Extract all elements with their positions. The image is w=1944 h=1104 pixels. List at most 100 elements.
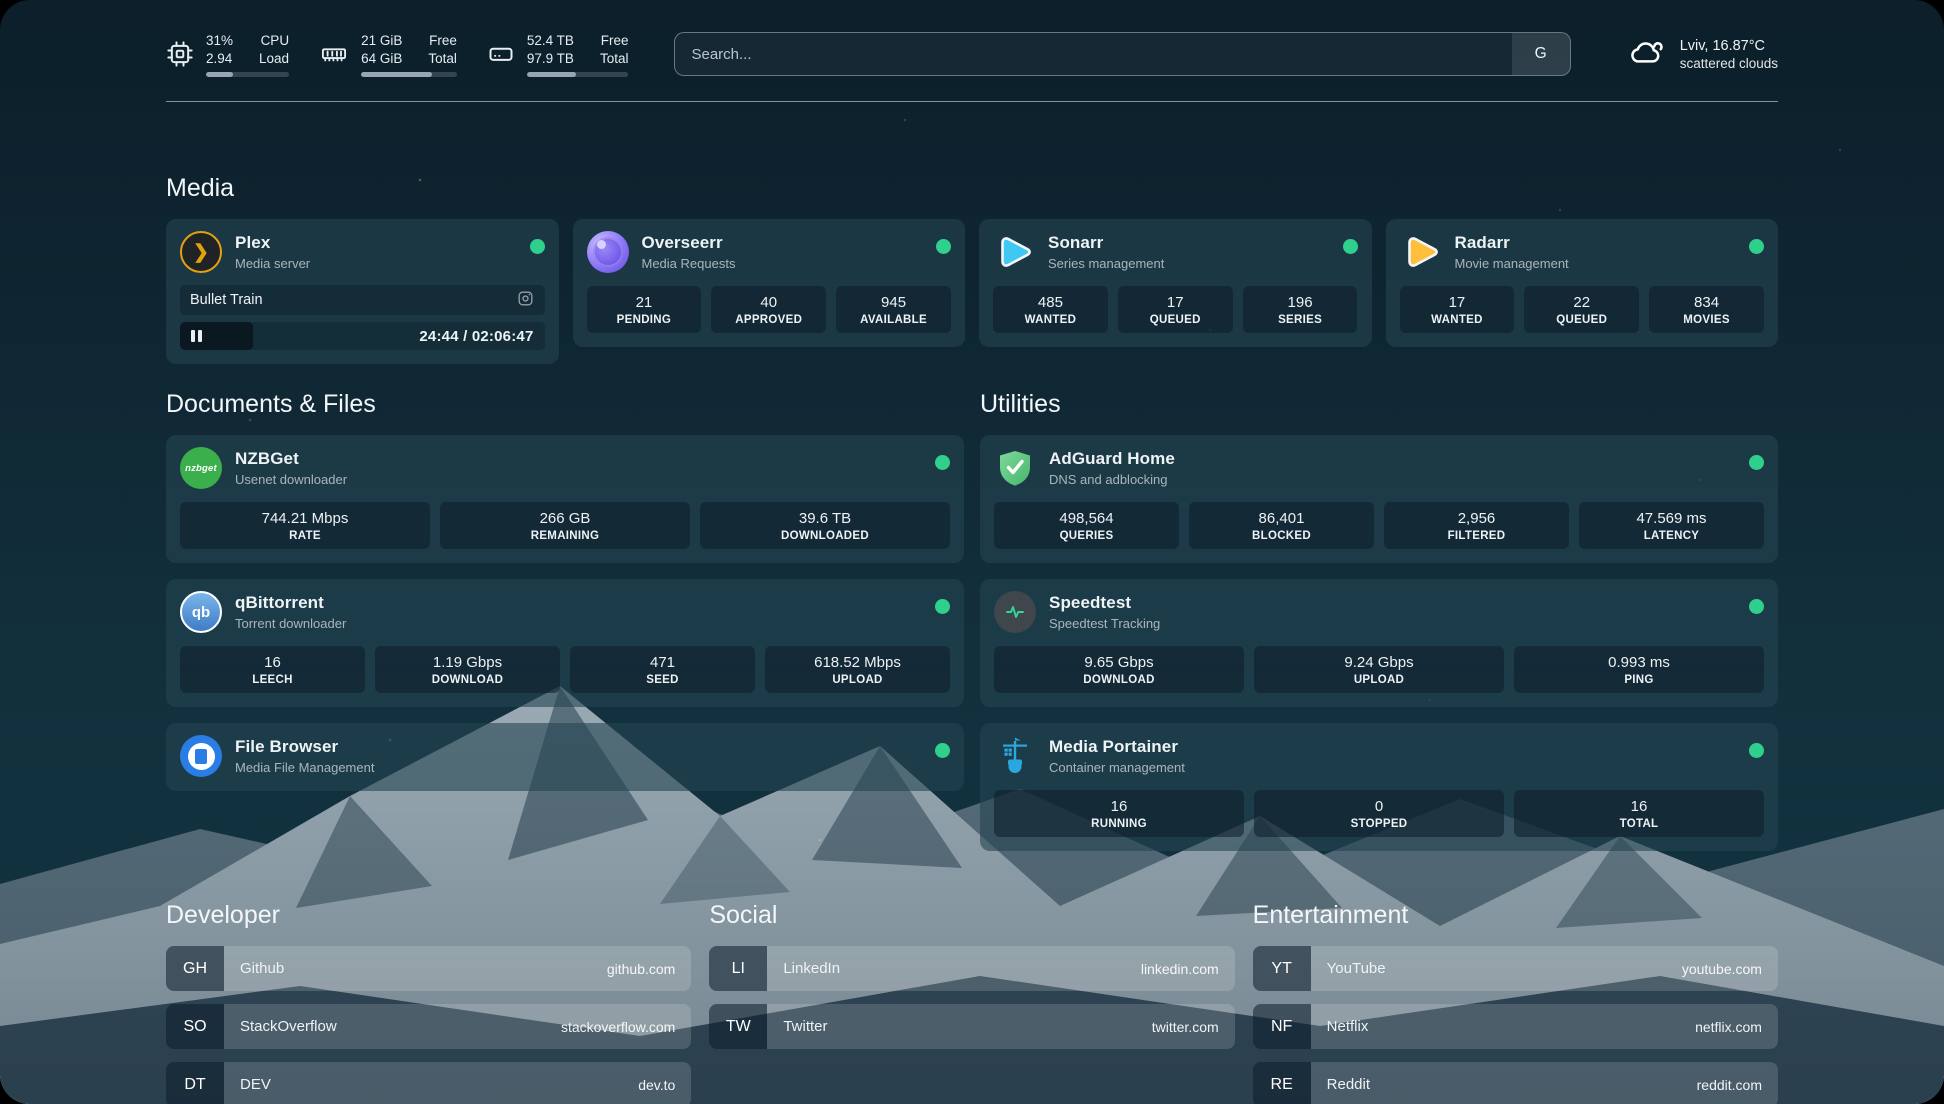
stat-value: 9.24 Gbps <box>1256 654 1502 671</box>
bookmark-url: reddit.com <box>1697 1077 1762 1093</box>
bookmark-group-developer: Developer GH Github github.com SO StackO… <box>166 901 691 1104</box>
status-dot <box>530 239 545 254</box>
status-dot <box>935 743 950 758</box>
cpu-icon <box>166 40 194 68</box>
search-provider-button[interactable]: G <box>1512 33 1570 75</box>
section-title-utilities: Utilities <box>980 390 1778 419</box>
stat-label: DOWNLOAD <box>996 674 1242 686</box>
memory-progress-fill <box>361 72 432 77</box>
stat-block: 86,401 BLOCKED <box>1189 502 1374 549</box>
bookmark-url: stackoverflow.com <box>561 1019 675 1035</box>
bookmark-dev[interactable]: DT DEV dev.to <box>166 1062 691 1104</box>
bookmark-github[interactable]: GH Github github.com <box>166 946 691 991</box>
bookmark-youtube[interactable]: YT YouTube youtube.com <box>1253 946 1778 991</box>
stat-label: APPROVED <box>713 314 824 326</box>
memory-progress-bar <box>361 72 457 77</box>
stat-value: 17 <box>1402 294 1513 311</box>
service-name: NZBGet <box>235 449 347 469</box>
bookmark-abbr: YT <box>1253 946 1311 991</box>
bookmark-name: Twitter <box>783 1018 827 1035</box>
disk-value-top: 52.4 TB <box>527 32 574 50</box>
now-playing-title: Bullet Train <box>190 292 263 308</box>
plex-card[interactable]: ❯ Plex Media server Bullet Train <box>166 219 559 364</box>
disk-progress-fill <box>527 72 576 77</box>
bookmark-netflix[interactable]: NF Netflix netflix.com <box>1253 1004 1778 1049</box>
memory-label-bottom: Total <box>428 50 457 68</box>
stat-label: SEED <box>572 674 753 686</box>
utilities-column: Utilities AdGuard Home <box>980 390 1778 867</box>
service-description: Media server <box>235 256 310 271</box>
service-description: Container management <box>1049 760 1185 775</box>
radarr-icon <box>1400 231 1442 273</box>
stat-label: RUNNING <box>996 818 1242 830</box>
status-dot <box>1749 239 1764 254</box>
stat-label: UPLOAD <box>1256 674 1502 686</box>
bookmark-linkedin[interactable]: LI LinkedIn linkedin.com <box>709 946 1234 991</box>
stat-value: 16 <box>182 654 363 671</box>
weather-condition: scattered clouds <box>1680 56 1778 71</box>
stat-label: REMAINING <box>442 530 688 542</box>
stat-block: 498,564 QUERIES <box>994 502 1179 549</box>
stat-block: 485 WANTED <box>993 286 1108 333</box>
stat-block: 1.19 Gbps DOWNLOAD <box>375 646 560 693</box>
stat-block: 834 MOVIES <box>1649 286 1764 333</box>
topbar-divider <box>166 101 1778 103</box>
filebrowser-icon <box>180 735 222 777</box>
bookmark-group-entertainment: Entertainment YT YouTube youtube.com NF … <box>1253 901 1778 1104</box>
stat-block: 0.993 ms PING <box>1514 646 1764 693</box>
memory-label-top: Free <box>428 32 457 50</box>
bookmark-name: DEV <box>240 1076 271 1093</box>
stat-block: 471 SEED <box>570 646 755 693</box>
stat-label: PENDING <box>589 314 700 326</box>
stat-label: QUERIES <box>996 530 1177 542</box>
bookmark-twitter[interactable]: TW Twitter twitter.com <box>709 1004 1234 1049</box>
bookmark-name: Netflix <box>1327 1018 1369 1035</box>
qbittorrent-card[interactable]: qb qBittorrent Torrent downloader 16 LEE… <box>166 579 964 707</box>
nzbget-card[interactable]: nzbget NZBGet Usenet downloader 744.21 M… <box>166 435 964 563</box>
speedtest-card[interactable]: Speedtest Speedtest Tracking 9.65 Gbps D… <box>980 579 1778 707</box>
stat-value: 2,956 <box>1386 510 1567 527</box>
stat-label: QUEUED <box>1526 314 1637 326</box>
sonarr-card[interactable]: Sonarr Series management 485 WANTED 17 Q… <box>979 219 1372 347</box>
stat-label: WANTED <box>1402 314 1513 326</box>
service-description: Media File Management <box>235 760 374 775</box>
service-name: Radarr <box>1455 233 1569 253</box>
bookmark-abbr: NF <box>1253 1004 1311 1049</box>
stat-block: 9.65 Gbps DOWNLOAD <box>994 646 1244 693</box>
bookmark-url: twitter.com <box>1152 1019 1219 1035</box>
service-name: Speedtest <box>1049 593 1160 613</box>
stat-value: 744.21 Mbps <box>182 510 428 527</box>
adguard-card[interactable]: AdGuard Home DNS and adblocking 498,564 … <box>980 435 1778 563</box>
overseerr-card[interactable]: Overseerr Media Requests 21 PENDING 40 A… <box>573 219 966 347</box>
stat-value: 1.19 Gbps <box>377 654 558 671</box>
bookmark-stackoverflow[interactable]: SO StackOverflow stackoverflow.com <box>166 1004 691 1049</box>
stat-value: 16 <box>1516 798 1762 815</box>
media-type-icon <box>516 289 535 312</box>
qbittorrent-icon: qb <box>180 591 222 633</box>
stat-label: WANTED <box>995 314 1106 326</box>
stat-value: 196 <box>1245 294 1356 311</box>
filebrowser-card[interactable]: File Browser Media File Management <box>166 723 964 791</box>
stat-label: QUEUED <box>1120 314 1231 326</box>
stat-block: 17 WANTED <box>1400 286 1515 333</box>
stat-value: 17 <box>1120 294 1231 311</box>
weather-widget[interactable]: Lviv, 16.87°C scattered clouds <box>1627 36 1778 73</box>
dashboard-app: 31% CPU 2.94 Load <box>0 0 1944 1104</box>
stat-value: 39.6 TB <box>702 510 948 527</box>
cpu-progress-fill <box>206 72 233 77</box>
bookmark-abbr: SO <box>166 1004 224 1049</box>
bookmark-reddit[interactable]: RE Reddit reddit.com <box>1253 1062 1778 1104</box>
service-name: Plex <box>235 233 310 253</box>
service-description: Media Requests <box>642 256 736 271</box>
documents-column: Documents & Files nzbget NZBGet Usenet d… <box>166 390 964 867</box>
search-input[interactable] <box>675 33 1511 75</box>
bookmark-abbr: TW <box>709 1004 767 1049</box>
portainer-card[interactable]: Media Portainer Container management 16 … <box>980 723 1778 851</box>
stat-value: 22 <box>1526 294 1637 311</box>
radarr-card[interactable]: Radarr Movie management 17 WANTED 22 QUE… <box>1386 219 1779 347</box>
bookmark-abbr: DT <box>166 1062 224 1104</box>
nzbget-icon: nzbget <box>180 447 222 489</box>
stat-value: 618.52 Mbps <box>767 654 948 671</box>
stat-value: 471 <box>572 654 753 671</box>
media-grid: ❯ Plex Media server Bullet Train <box>166 219 1778 364</box>
